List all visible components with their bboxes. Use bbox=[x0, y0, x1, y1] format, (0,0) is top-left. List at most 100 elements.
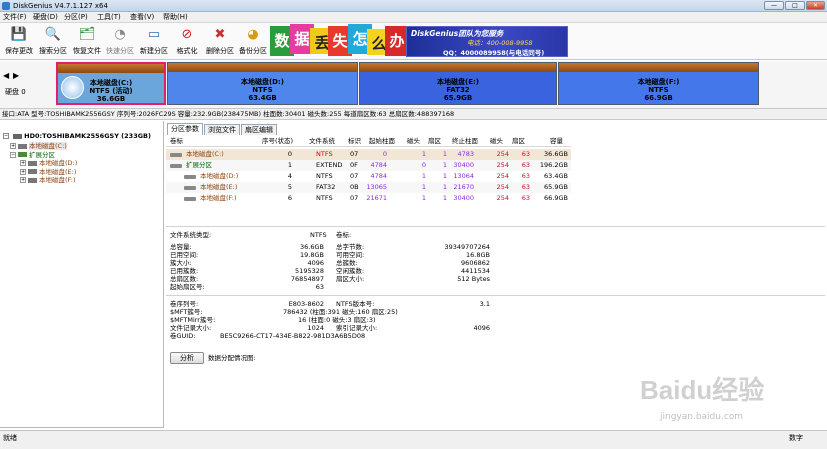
detail-label: $MFT簇号: bbox=[170, 308, 203, 316]
menu-partition[interactable]: 分区(P) bbox=[64, 12, 88, 23]
tree-item[interactable]: − 扩展分区 bbox=[10, 151, 55, 159]
save-changes-button[interactable]: 💾 保存更改 bbox=[2, 25, 36, 58]
expand-icon[interactable]: + bbox=[20, 168, 26, 175]
expand-icon[interactable]: + bbox=[20, 160, 26, 166]
tab-sector-edit[interactable]: 扇区编辑 bbox=[241, 124, 277, 135]
recover-files-button[interactable]: 🗂 恢复文件 bbox=[70, 25, 104, 58]
app-icon bbox=[2, 2, 10, 10]
fs-type-value: NTFS bbox=[310, 231, 327, 239]
tree-item-label: 扩展分区 bbox=[29, 150, 55, 159]
volume-label-label: 卷标: bbox=[336, 231, 352, 239]
detail-value: 9606862 bbox=[461, 259, 490, 267]
table-cell: 4784 bbox=[370, 161, 387, 169]
menu-view[interactable]: 查看(V) bbox=[130, 12, 154, 23]
partition-block[interactable]: 本地磁盘(D:) NTFS 63.4GB bbox=[167, 62, 358, 105]
disk-map: ◀ ▶ 硬盘 0 本地磁盘(C:) NTFS (活动) 36.6GB 本地磁盘(D:)… bbox=[0, 61, 827, 108]
partition-block[interactable]: 本地磁盘(E:) FAT32 65.9GB bbox=[359, 62, 557, 105]
table-cell: 13064 bbox=[453, 172, 474, 180]
analyze-button[interactable]: 分析 bbox=[170, 352, 204, 364]
next-disk-arrow[interactable]: ▶ bbox=[13, 71, 19, 80]
table-row[interactable]: 本地磁盘(E:) 5 FAT32 0B 13065 1 1 21670 254 63 65.9GB bbox=[166, 182, 571, 193]
prev-disk-arrow[interactable]: ◀ bbox=[3, 71, 9, 80]
detail-value: 5195328 bbox=[295, 267, 324, 275]
partition-block[interactable]: 本地磁盘(C:) NTFS (活动) 36.6GB bbox=[56, 62, 166, 105]
partition-size: 65.9GB bbox=[443, 94, 473, 102]
detail-value: 76854897 bbox=[290, 275, 324, 283]
divider bbox=[166, 295, 825, 296]
table-cell: 21670 bbox=[453, 183, 474, 191]
detail-value: 4411534 bbox=[461, 267, 490, 275]
divider bbox=[166, 226, 825, 227]
table-row[interactable]: 本地磁盘(C:) 0 NTFS 07 0 1 1 4783 254 63 36.6GB bbox=[166, 149, 571, 160]
partition-stripe bbox=[58, 64, 164, 73]
partition-fs: NTFS bbox=[648, 86, 669, 94]
table-row[interactable]: 本地磁盘(D:) 4 NTFS 07 4784 1 1 13064 254 63 63.4GB bbox=[166, 171, 571, 182]
detail-label: 总簇数: bbox=[336, 259, 358, 267]
tree-item[interactable]: + 本地磁盘(C:) bbox=[10, 142, 67, 150]
table-cell: 0 bbox=[287, 150, 292, 158]
table-cell: 21671 bbox=[366, 194, 387, 202]
partition-block[interactable]: 本地磁盘(F:) NTFS 66.9GB bbox=[558, 62, 759, 105]
baidu-watermark: Baidu经验 bbox=[640, 375, 765, 405]
menu-help[interactable]: 帮助(H) bbox=[163, 12, 188, 23]
expand-icon[interactable]: + bbox=[20, 177, 26, 183]
detail-label: 总扇区数: bbox=[170, 275, 199, 283]
search-partition-button[interactable]: 🔍 搜索分区 bbox=[36, 25, 70, 58]
drive-icon bbox=[18, 143, 27, 149]
tab-partition-params[interactable]: 分区参数 bbox=[167, 123, 203, 135]
close-button[interactable]: ✕ bbox=[806, 1, 825, 10]
detail-label: NTFS版本号: bbox=[336, 300, 375, 308]
detail-value: 19.8GB bbox=[300, 251, 324, 259]
detail-value: 1024 bbox=[307, 324, 324, 332]
detail-value: 3.1 bbox=[479, 300, 490, 308]
detail-value: 16 (柱面:0 磁头:3 扇区:3) bbox=[298, 316, 376, 324]
partition-body: 本地磁盘(C:) NTFS (活动) 36.6GB bbox=[58, 73, 164, 103]
table-row[interactable]: 本地磁盘(F:) 6 NTFS 07 21671 1 1 30400 254 63 66.9GB bbox=[166, 193, 571, 204]
partition-body: 本地磁盘(E:) FAT32 65.9GB bbox=[360, 72, 556, 104]
collapse-icon[interactable]: − bbox=[3, 133, 9, 139]
table-cell: 63.4GB bbox=[544, 172, 568, 180]
table-cell: 63 bbox=[521, 194, 530, 202]
promo-banner[interactable]: 数 据 丢 失 怎 么 办 DiskGenius团队为您服务 电话：400-00… bbox=[268, 24, 568, 59]
numlock-indicator: 数字 bbox=[789, 434, 803, 442]
quick-partition-button[interactable]: ◔ 快速分区 bbox=[103, 25, 137, 58]
tree-item[interactable]: + 本地磁盘(F:) bbox=[20, 176, 76, 184]
tree-item-label: 本地磁盘(C:) bbox=[29, 142, 67, 150]
maximize-button[interactable]: □ bbox=[785, 1, 805, 10]
tree-item[interactable]: + 本地磁盘(D:) bbox=[20, 159, 77, 167]
table-cell: 5 bbox=[287, 183, 292, 191]
new-partition-button[interactable]: ▭ 新建分区 bbox=[137, 25, 171, 58]
partition-stripe bbox=[360, 63, 556, 72]
drive-icon bbox=[170, 164, 182, 168]
minimize-button[interactable]: — bbox=[764, 1, 784, 10]
expand-icon[interactable]: + bbox=[10, 143, 16, 149]
table-cell: NTFS bbox=[316, 194, 333, 202]
table-cell: 4 bbox=[287, 172, 292, 180]
tab-browse-files[interactable]: 浏览文件 bbox=[204, 124, 240, 135]
menu-tools[interactable]: 工具(T) bbox=[97, 12, 121, 23]
expand-icon[interactable]: − bbox=[10, 151, 16, 158]
table-cell: 63 bbox=[521, 161, 530, 169]
menu-file[interactable]: 文件(F) bbox=[3, 12, 27, 23]
extended-partition-icon bbox=[18, 152, 27, 157]
tree-item[interactable]: + 本地磁盘(E:) bbox=[20, 168, 76, 176]
menu-disk[interactable]: 硬盘(D) bbox=[33, 12, 58, 23]
detail-value: BE5C9266-CT17-434E-B822-981D3A6B5D08 bbox=[220, 332, 366, 340]
window-title: DiskGenius V4.7.1.127 x64 bbox=[13, 2, 108, 10]
menu-bar: 文件(F) 硬盘(D) 分区(P) 工具(T) 查看(V) 帮助(H) bbox=[0, 12, 827, 23]
partition-stripe bbox=[168, 63, 357, 72]
detail-label: 已用空间: bbox=[170, 251, 199, 259]
backup-partition-button[interactable]: ◕ 备份分区 bbox=[236, 25, 270, 58]
banner-contact-box: DiskGenius团队为您服务 电话：400-008-9958 QQ：4000… bbox=[406, 26, 568, 57]
table-cell: 30400 bbox=[453, 194, 474, 202]
detail-label: 已用簇数: bbox=[170, 267, 199, 275]
delete-partition-button[interactable]: ✖ 删除分区 bbox=[203, 25, 237, 58]
disk-info-bar: 接口:ATA 型号:TOSHIBAMK2556GSY 序列号:2026FC29S… bbox=[0, 108, 827, 120]
table-row[interactable]: 扩展分区 1 EXTEND 0F 4784 0 1 30400 254 63 196.2GB bbox=[166, 160, 571, 171]
partition-size: 66.9GB bbox=[644, 94, 673, 102]
format-icon: ⊘ bbox=[181, 27, 193, 42]
detail-value: 4096 bbox=[307, 259, 324, 267]
partition-fs: NTFS bbox=[252, 86, 273, 94]
tree-disk-node[interactable]: − HD0:TOSHIBAMK2556GSY (233GB) bbox=[3, 132, 151, 140]
format-button[interactable]: ⊘ 格式化 bbox=[170, 25, 204, 58]
